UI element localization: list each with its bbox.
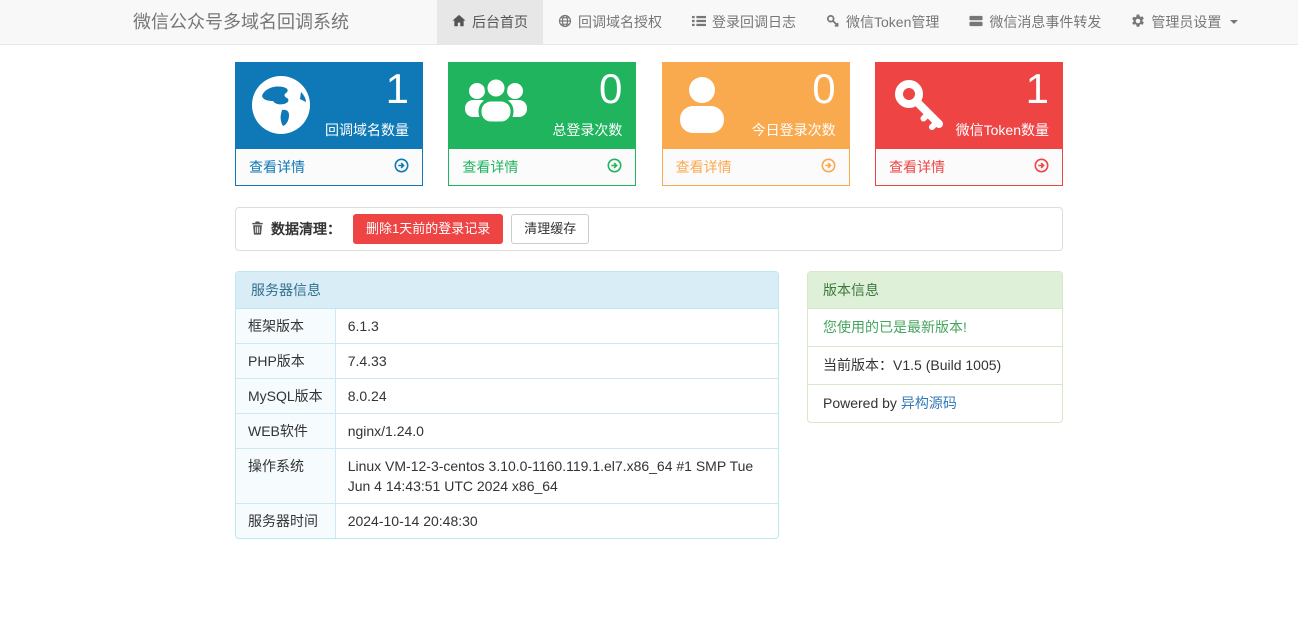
row-value: 2024-10-14 20:48:30 xyxy=(335,504,778,539)
gear-icon xyxy=(1131,14,1145,31)
view-details-label: 查看详情 xyxy=(249,157,305,177)
chevron-down-icon xyxy=(1230,20,1238,24)
row-value: Linux VM-12-3-centos 3.10.0-1160.119.1.e… xyxy=(335,449,778,504)
server-info-table: 框架版本 6.1.3 PHP版本 7.4.33 MySQL版本 8.0.24 W… xyxy=(236,309,778,538)
stat-card-total-logins: 0 总登录次数 查看详情 xyxy=(448,62,636,186)
arrow-circle-right-icon xyxy=(607,158,622,176)
view-details-label: 查看详情 xyxy=(462,157,518,177)
table-row: WEB软件 nginx/1.24.0 xyxy=(236,414,778,449)
stat-cards-row: 1 回调域名数量 查看详情 0 总登录次数 查看详情 xyxy=(235,62,1063,186)
server-info-title: 服务器信息 xyxy=(236,272,778,309)
app-title: 微信公众号多域名回调系统 xyxy=(133,0,349,44)
row-label: 操作系统 xyxy=(236,449,335,504)
version-info-panel: 版本信息 您使用的已是最新版本! 当前版本：V1.5 (Build 1005) … xyxy=(807,271,1063,423)
view-details-link[interactable]: 查看详情 xyxy=(663,149,849,185)
row-label: 框架版本 xyxy=(236,309,335,344)
stat-value: 1 xyxy=(1026,63,1049,116)
trash-icon xyxy=(251,221,264,238)
table-row: MySQL版本 8.0.24 xyxy=(236,379,778,414)
stat-label: 今日登录次数 xyxy=(752,120,836,140)
vendor-link[interactable]: 异构源码 xyxy=(901,395,957,411)
clear-cache-button[interactable]: 清理缓存 xyxy=(511,214,589,244)
main-content: 1 回调域名数量 查看详情 0 总登录次数 查看详情 xyxy=(235,62,1063,539)
row-value: 8.0.24 xyxy=(335,379,778,414)
nav-item-label: 后台首页 xyxy=(472,12,528,32)
info-panels-row: 服务器信息 框架版本 6.1.3 PHP版本 7.4.33 MySQL版本 8.… xyxy=(235,271,1063,539)
list-icon xyxy=(692,14,706,31)
arrow-circle-right-icon xyxy=(821,158,836,176)
arrow-circle-right-icon xyxy=(1034,158,1049,176)
row-label: PHP版本 xyxy=(236,344,335,379)
nav-item-label: 微信消息事件转发 xyxy=(989,12,1101,32)
stat-value: 1 xyxy=(386,63,409,116)
table-row: 框架版本 6.1.3 xyxy=(236,309,778,344)
table-row: PHP版本 7.4.33 xyxy=(236,344,778,379)
row-label: WEB软件 xyxy=(236,414,335,449)
nav-menu: 后台首页 回调域名授权 登录回调日志 微信Token管理 微信消息事件转发 xyxy=(437,0,1253,44)
stat-card-body: 0 总登录次数 xyxy=(449,63,635,149)
server-info-panel: 服务器信息 框架版本 6.1.3 PHP版本 7.4.33 MySQL版本 8.… xyxy=(235,271,779,539)
stat-label: 微信Token数量 xyxy=(956,120,1049,140)
view-details-label: 查看详情 xyxy=(889,157,945,177)
nav-item-login-logs[interactable]: 登录回调日志 xyxy=(677,0,811,44)
table-row: 服务器时间 2024-10-14 20:48:30 xyxy=(236,504,778,539)
row-value: nginx/1.24.0 xyxy=(335,414,778,449)
powered-by-row: Powered by 异构源码 xyxy=(808,384,1062,422)
view-details-link[interactable]: 查看详情 xyxy=(449,149,635,185)
row-label: MySQL版本 xyxy=(236,379,335,414)
key-icon xyxy=(889,73,953,140)
nav-item-label: 登录回调日志 xyxy=(712,12,796,32)
stat-card-body: 1 微信Token数量 xyxy=(876,63,1062,149)
row-label: 服务器时间 xyxy=(236,504,335,539)
view-details-link[interactable]: 查看详情 xyxy=(236,149,422,185)
nav-item-label: 管理员设置 xyxy=(1151,12,1221,32)
nav-item-message-forward[interactable]: 微信消息事件转发 xyxy=(954,0,1116,44)
view-details-link[interactable]: 查看详情 xyxy=(876,149,1062,185)
stat-label: 回调域名数量 xyxy=(325,120,409,140)
powered-by-text: Powered by xyxy=(823,395,901,411)
stat-card-token-count: 1 微信Token数量 查看详情 xyxy=(875,62,1063,186)
user-icon xyxy=(676,73,732,140)
globe-icon xyxy=(558,14,572,31)
stat-label: 总登录次数 xyxy=(552,120,622,140)
nav-item-label: 微信Token管理 xyxy=(846,12,939,32)
users-icon xyxy=(462,73,530,138)
home-icon xyxy=(452,14,466,31)
stat-value: 0 xyxy=(812,63,835,116)
data-cleanup-bar: 数据清理： 删除1天前的登录记录 清理缓存 xyxy=(235,207,1063,251)
nav-item-token-manage[interactable]: 微信Token管理 xyxy=(811,0,954,44)
nav-item-label: 回调域名授权 xyxy=(578,12,662,32)
current-version: 当前版本：V1.5 (Build 1005) xyxy=(808,346,1062,384)
arrow-circle-right-icon xyxy=(394,158,409,176)
top-navbar: 微信公众号多域名回调系统 后台首页 回调域名授权 登录回调日志 微信Token管… xyxy=(0,0,1298,45)
row-value: 7.4.33 xyxy=(335,344,778,379)
row-value: 6.1.3 xyxy=(335,309,778,344)
nav-item-callback-domains[interactable]: 回调域名授权 xyxy=(543,0,677,44)
cleanup-title: 数据清理： xyxy=(251,219,341,239)
version-status: 您使用的已是最新版本! xyxy=(808,309,1062,346)
key-icon xyxy=(826,14,840,31)
stat-card-today-logins: 0 今日登录次数 查看详情 xyxy=(662,62,850,186)
comments-icon xyxy=(969,14,983,31)
nav-item-dashboard[interactable]: 后台首页 xyxy=(437,0,543,44)
globe-icon xyxy=(249,73,313,140)
stat-value: 0 xyxy=(599,63,622,116)
version-info-title: 版本信息 xyxy=(808,272,1062,309)
nav-item-admin-settings[interactable]: 管理员设置 xyxy=(1116,0,1253,44)
stat-card-body: 1 回调域名数量 xyxy=(236,63,422,149)
table-row: 操作系统 Linux VM-12-3-centos 3.10.0-1160.11… xyxy=(236,449,778,504)
delete-old-logs-button[interactable]: 删除1天前的登录记录 xyxy=(353,214,503,244)
stat-card-callback-domains: 1 回调域名数量 查看详情 xyxy=(235,62,423,186)
stat-card-body: 0 今日登录次数 xyxy=(663,63,849,149)
view-details-label: 查看详情 xyxy=(676,157,732,177)
